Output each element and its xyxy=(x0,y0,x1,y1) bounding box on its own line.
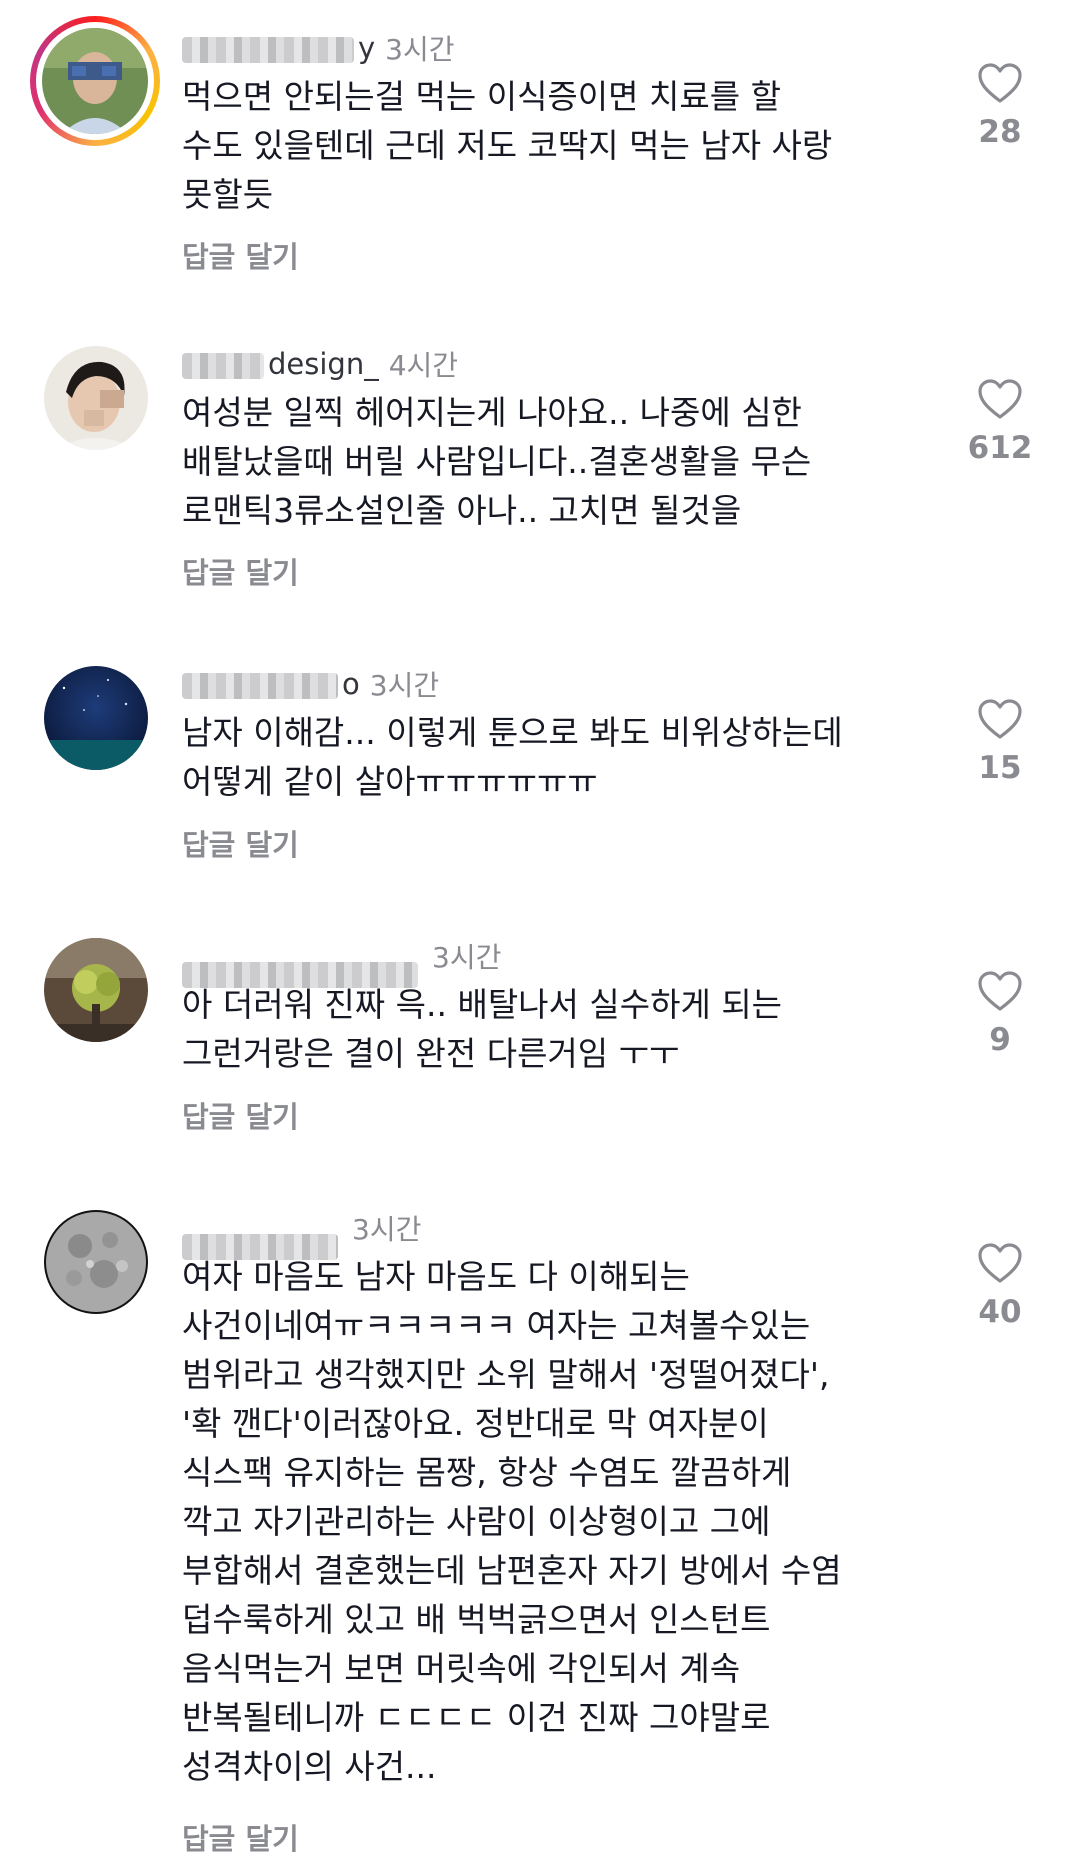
comment-text: 먹으면 안되는걸 먹는 이식증이면 치료를 할 수도 있을텐데 근데 저도 코딱… xyxy=(182,77,833,214)
reply-button[interactable]: 답글 달기 xyxy=(182,234,299,276)
comment-meta: y 3시간 xyxy=(182,26,455,70)
like-count: 9 xyxy=(989,1022,1011,1058)
username[interactable]: o xyxy=(182,667,360,701)
timestamp: 3시간 xyxy=(385,33,455,66)
reply-button[interactable]: 답글 달기 xyxy=(182,550,299,592)
heart-icon xyxy=(978,379,1022,419)
avatar[interactable] xyxy=(44,938,148,1042)
like-button[interactable]: 612 xyxy=(960,378,1040,466)
comment-meta: o 3시간 xyxy=(182,662,439,706)
blurred-username xyxy=(182,37,354,63)
comment-meta: 3시간 xyxy=(182,934,502,988)
comment-text: 여자 마음도 남자 마음도 다 이해되는 사건이네여ㅠㅋㅋㅋㅋㅋ 여자는 고쳐볼… xyxy=(182,1257,842,1786)
avatar[interactable] xyxy=(44,1210,148,1314)
comment-text: 남자 이해감... 이렇게 툰으로 봐도 비위상하는데 어떻게 같이 살아ㅠㅠㅠ… xyxy=(182,713,843,801)
timestamp: 3시간 xyxy=(432,941,502,974)
avatar[interactable] xyxy=(30,16,160,146)
username[interactable]: y xyxy=(182,31,375,65)
timestamp: 3시간 xyxy=(352,1213,422,1246)
timestamp: 3시간 xyxy=(369,669,440,702)
reply-button[interactable]: 답글 달기 xyxy=(182,1816,299,1858)
reply-button[interactable]: 답글 달기 xyxy=(182,1094,299,1136)
blurred-username xyxy=(182,673,338,699)
heart-icon xyxy=(978,971,1022,1011)
like-button[interactable]: 15 xyxy=(960,698,1040,786)
like-button[interactable]: 40 xyxy=(960,1242,1040,1330)
avatar[interactable] xyxy=(44,666,148,770)
like-button[interactable]: 28 xyxy=(960,62,1040,150)
comment-meta: 3시간 xyxy=(182,1206,422,1260)
avatar[interactable] xyxy=(44,346,148,450)
heart-icon xyxy=(978,63,1022,103)
like-count: 28 xyxy=(978,114,1022,150)
like-count: 15 xyxy=(978,750,1022,786)
blurred-username xyxy=(182,353,264,379)
like-count: 612 xyxy=(967,430,1033,466)
username[interactable]: design_ xyxy=(182,347,379,381)
timestamp: 4시간 xyxy=(388,349,459,382)
heart-icon xyxy=(978,1243,1022,1283)
heart-icon xyxy=(978,699,1022,739)
like-button[interactable]: 9 xyxy=(960,970,1040,1058)
comment-text: 아 더러워 진짜 윽.. 배탈나서 실수하게 되는 그런거랑은 결이 완전 다른… xyxy=(182,985,783,1073)
like-count: 40 xyxy=(978,1294,1022,1330)
comment-meta: design_ 4시간 xyxy=(182,342,458,386)
comment-text: 여성분 일찍 헤어지는게 나아요.. 나중에 심한 배탈났을때 버릴 사람입니다… xyxy=(182,393,812,530)
reply-button[interactable]: 답글 달기 xyxy=(182,822,299,864)
